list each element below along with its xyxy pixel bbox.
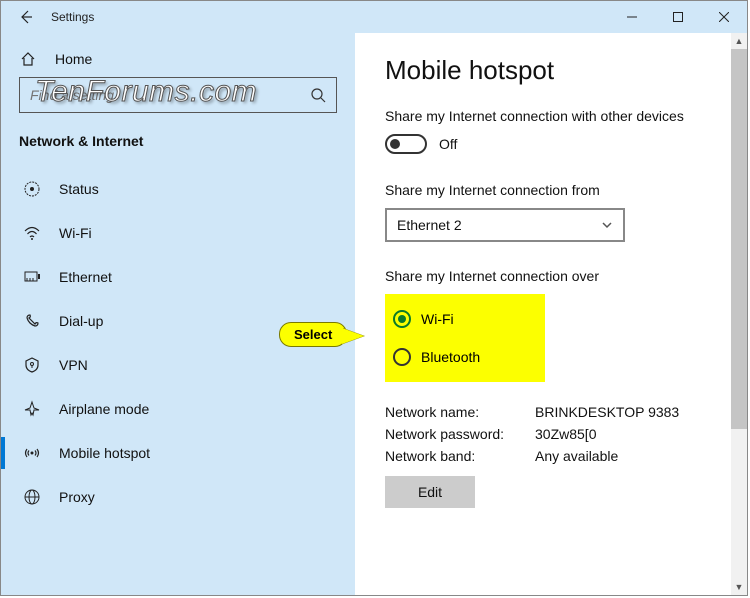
search-input[interactable] — [30, 87, 310, 103]
network-name-label: Network name: — [385, 404, 535, 420]
network-password-label: Network password: — [385, 426, 535, 442]
status-icon — [23, 180, 41, 198]
radio-wifi[interactable]: Wi-Fi — [393, 300, 527, 338]
sidebar-item-label: Dial-up — [59, 313, 103, 329]
radio-icon — [393, 348, 411, 366]
network-band-value: Any available — [535, 448, 717, 464]
callout-bubble: Select — [279, 322, 347, 347]
callout: Select — [279, 322, 347, 347]
home-label: Home — [55, 51, 92, 67]
sidebar-item-label: Status — [59, 181, 99, 197]
sidebar-item-vpn[interactable]: VPN — [19, 343, 337, 387]
share-toggle[interactable] — [385, 134, 427, 154]
scrollbar[interactable]: ▲ ▼ — [731, 33, 747, 595]
callout-tail-icon — [342, 328, 364, 344]
search-icon — [310, 87, 326, 103]
sidebar-item-wifi[interactable]: Wi-Fi — [19, 211, 337, 255]
dropdown-value: Ethernet 2 — [397, 217, 462, 233]
sidebar-item-label: Mobile hotspot — [59, 445, 150, 461]
radio-label: Bluetooth — [421, 349, 480, 365]
proxy-icon — [23, 488, 41, 506]
main-panel: Mobile hotspot Share my Internet connect… — [355, 33, 747, 595]
vpn-icon — [23, 356, 41, 374]
edit-button[interactable]: Edit — [385, 476, 475, 508]
radio-label: Wi-Fi — [421, 311, 454, 327]
share-from-label: Share my Internet connection from — [385, 182, 717, 198]
sidebar-item-label: Proxy — [59, 489, 95, 505]
toggle-state: Off — [439, 136, 457, 152]
minimize-button[interactable] — [609, 1, 655, 33]
network-info: Network name: BRINKDESKTOP 9383 Network … — [385, 404, 717, 464]
sidebar-item-ethernet[interactable]: Ethernet — [19, 255, 337, 299]
share-from-dropdown[interactable]: Ethernet 2 — [385, 208, 625, 242]
dialup-icon — [23, 312, 41, 330]
sidebar-item-proxy[interactable]: Proxy — [19, 475, 337, 519]
maximize-button[interactable] — [655, 1, 701, 33]
sidebar-item-status[interactable]: Status — [19, 167, 337, 211]
page-title: Mobile hotspot — [385, 55, 717, 86]
network-band-label: Network band: — [385, 448, 535, 464]
sidebar-item-label: VPN — [59, 357, 88, 373]
share-over-radio-group: Wi-Fi Bluetooth — [385, 294, 545, 382]
sidebar-item-label: Ethernet — [59, 269, 112, 285]
radio-bluetooth[interactable]: Bluetooth — [393, 338, 527, 376]
share-over-label: Share my Internet connection over — [385, 268, 717, 284]
sidebar: Home Network & Internet Status Wi-Fi — [1, 33, 355, 595]
network-name-value: BRINKDESKTOP 9383 — [535, 404, 717, 420]
category-header: Network & Internet — [19, 131, 337, 167]
window-title: Settings — [51, 10, 94, 24]
home-link[interactable]: Home — [19, 45, 337, 77]
back-icon[interactable] — [19, 10, 33, 24]
network-password-value: 30Zw85[0 — [535, 426, 717, 442]
share-toggle-label: Share my Internet connection with other … — [385, 108, 717, 124]
hotspot-icon — [23, 444, 41, 462]
scroll-down-icon[interactable]: ▼ — [731, 579, 747, 595]
sidebar-item-hotspot[interactable]: Mobile hotspot — [19, 431, 337, 475]
ethernet-icon — [23, 268, 41, 286]
scroll-up-icon[interactable]: ▲ — [731, 33, 747, 49]
sidebar-item-airplane[interactable]: Airplane mode — [19, 387, 337, 431]
scroll-thumb[interactable] — [731, 49, 747, 429]
radio-icon — [393, 310, 411, 328]
chevron-down-icon — [601, 219, 613, 231]
sidebar-item-label: Wi-Fi — [59, 225, 92, 241]
airplane-icon — [23, 400, 41, 418]
search-box[interactable] — [19, 77, 337, 113]
sidebar-item-label: Airplane mode — [59, 401, 149, 417]
home-icon — [19, 51, 37, 67]
close-button[interactable] — [701, 1, 747, 33]
titlebar: Settings — [1, 1, 747, 33]
settings-window: Settings Home — [0, 0, 748, 596]
wifi-icon — [23, 224, 41, 242]
